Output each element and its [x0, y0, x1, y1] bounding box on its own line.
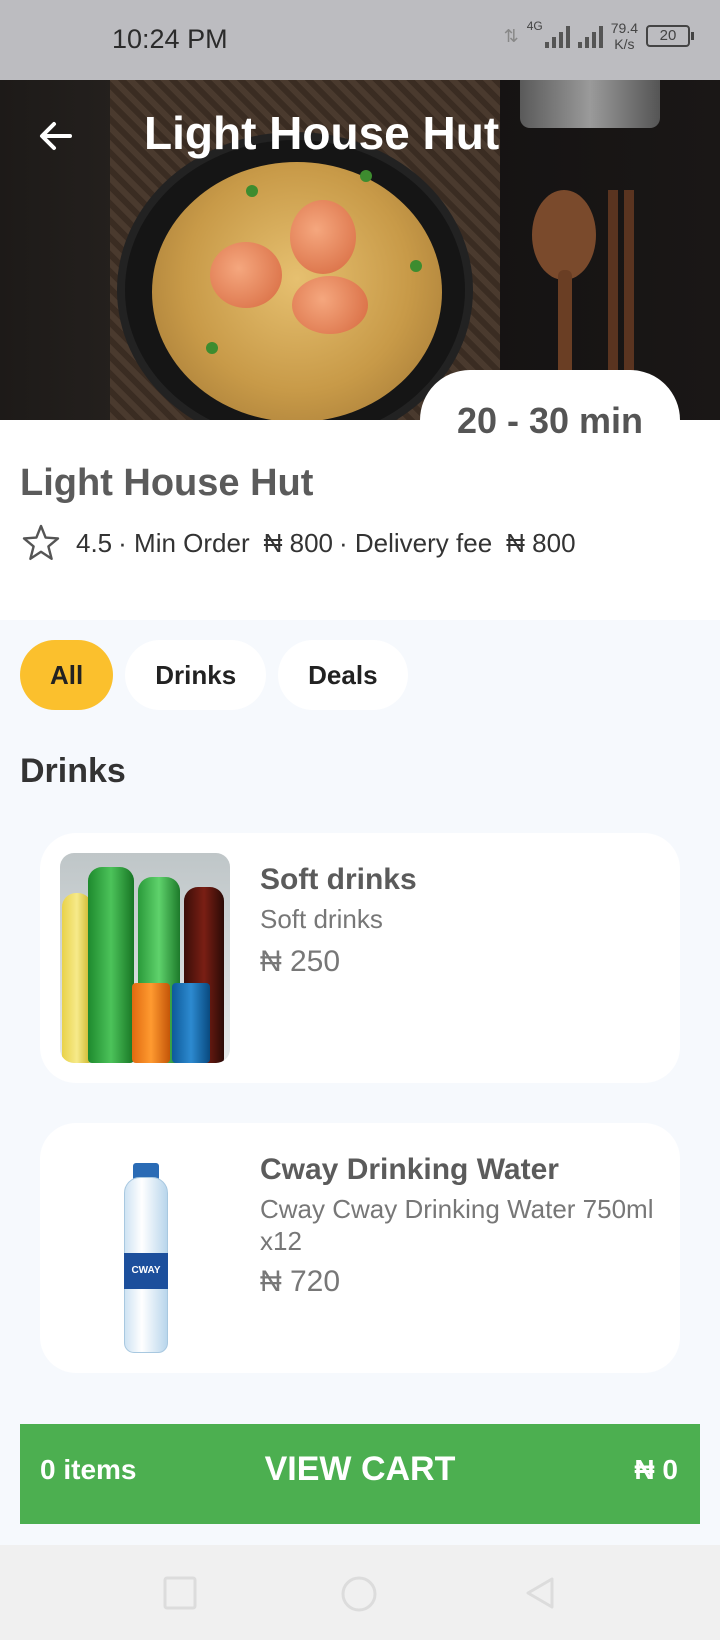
app-header: Light House Hut: [0, 80, 720, 180]
signal-icon-2: [577, 24, 603, 48]
status-time: 10:24 PM: [112, 24, 228, 54]
delivery-fee-label: · Delivery fee: [339, 527, 493, 558]
can: [132, 983, 170, 1063]
wooden-spoon: [532, 190, 596, 280]
pea: [246, 185, 258, 197]
view-cart-button[interactable]: 0 items VIEW CART ₦ 0: [20, 1424, 700, 1524]
product-image: CWAY: [60, 1143, 230, 1353]
home-icon[interactable]: [340, 1575, 378, 1613]
delivery-fee-value: ₦ 800: [506, 527, 576, 558]
signal-icon: [544, 24, 570, 48]
category-filters: All Drinks Deals: [20, 640, 408, 710]
water-bottle-image: CWAY: [60, 1143, 230, 1353]
status-icons: ⇅ 4G 79.4 K/s 20: [503, 19, 694, 52]
speed-unit: K/s: [614, 36, 635, 52]
battery-icon: 20: [646, 25, 694, 47]
hero-image: Light House Hut: [0, 80, 720, 420]
system-nav-bar: [0, 1545, 720, 1640]
status-bar: 10:24 PM ⇅ 4G 79.4 K/s 20: [0, 0, 720, 80]
shrimp: [290, 200, 356, 274]
soft-drinks-image: [60, 853, 230, 1063]
min-order-value: ₦ 800: [263, 527, 334, 558]
pea: [410, 260, 422, 272]
rating-value: 4.5: [76, 527, 113, 558]
product-card-cway-water[interactable]: CWAY Cway Drinking Water Cway Cway Drink…: [40, 1123, 680, 1373]
speed-value: 79.4: [610, 20, 638, 36]
network-speed: 79.4 K/s: [611, 20, 638, 52]
arrow-left-icon: [40, 122, 72, 150]
product-card-soft-drinks[interactable]: Soft drinks Soft drinks ₦ 250: [40, 833, 680, 1083]
product-name: Cway Drinking Water: [260, 1153, 559, 1186]
product-price: ₦ 720: [260, 1265, 341, 1298]
header-title: Light House Hut: [144, 107, 500, 159]
delivery-time: 20 - 30 min: [456, 400, 644, 441]
star-icon: [22, 524, 60, 560]
can: [172, 983, 210, 1063]
bottle: [88, 867, 134, 1063]
back-button[interactable]: [36, 116, 76, 156]
shrimp: [210, 242, 282, 308]
filter-chip-all[interactable]: All: [20, 640, 114, 710]
product-image: [60, 853, 230, 1063]
back-nav-icon[interactable]: [522, 1575, 558, 1611]
network-type: 4G: [526, 19, 543, 33]
pea: [206, 342, 218, 354]
view-cart-label: VIEW CART: [264, 1450, 456, 1488]
product-description: Cway Cway Drinking Water 750ml x12: [260, 1194, 654, 1256]
restaurant-info: 4.5 · Min Order ₦ 800 · Delivery fee ₦ 8…: [20, 522, 576, 564]
recent-apps-icon[interactable]: [162, 1575, 198, 1611]
cart-total: ₦ 0: [634, 1454, 678, 1485]
shrimp: [292, 276, 368, 334]
bottle-label: CWAY: [124, 1253, 168, 1289]
data-arrows-icon: ⇅: [503, 25, 519, 46]
product-description: Soft drinks: [260, 904, 383, 934]
product-name: Soft drinks: [260, 863, 417, 896]
section-title: Drinks: [20, 752, 126, 790]
min-order-label: · Min Order: [118, 527, 250, 558]
restaurant-name: Light House Hut: [20, 462, 314, 504]
filter-chip-deals[interactable]: Deals: [278, 640, 408, 710]
filter-chip-drinks[interactable]: Drinks: [125, 640, 267, 710]
product-price: ₦ 250: [260, 945, 341, 978]
